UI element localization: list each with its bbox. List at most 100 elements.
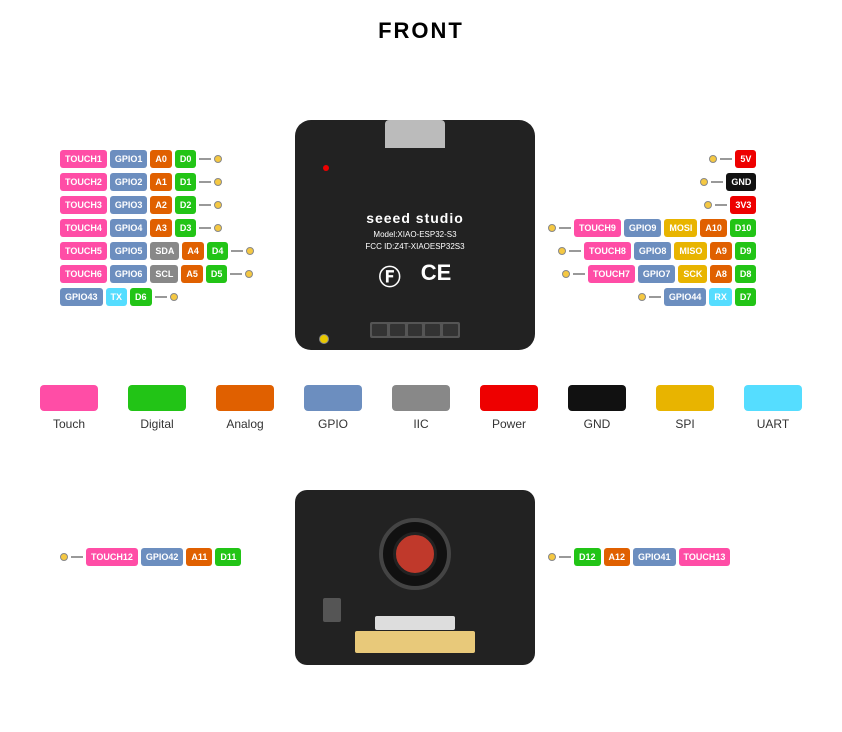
badge-touch6: TOUCH6 bbox=[60, 265, 107, 283]
badge-gpio6: GPIO6 bbox=[110, 265, 148, 283]
left-pins: TOUCH1GPIO1A0D0TOUCH2GPIO2A1D1TOUCH3GPIO… bbox=[60, 150, 254, 306]
badge-touch4: TOUCH4 bbox=[60, 219, 107, 237]
badge-5v: 5V bbox=[735, 150, 756, 168]
badge-gpio1: GPIO1 bbox=[110, 150, 148, 168]
badge-touch13: TOUCH13 bbox=[679, 548, 731, 566]
badge-gpio8: GPIO8 bbox=[634, 242, 672, 260]
badge-touch1: TOUCH1 bbox=[60, 150, 107, 168]
bottom-board bbox=[295, 490, 535, 665]
pin-line bbox=[199, 158, 211, 160]
right-pin-row-2: 3V3 bbox=[548, 196, 756, 214]
pin-line bbox=[230, 273, 242, 275]
pin-dot bbox=[548, 224, 556, 232]
bottom-right-pins: TOUCH13GPIO41A12D12 bbox=[548, 548, 730, 566]
badge-a1: A1 bbox=[150, 173, 172, 191]
badge-rx: RX bbox=[709, 288, 732, 306]
camera-lens-inner bbox=[393, 532, 437, 576]
legend-box-gnd bbox=[568, 385, 626, 411]
legend-box-analog bbox=[216, 385, 274, 411]
badge-gpio42: GPIO42 bbox=[141, 548, 184, 566]
legend-box-touch bbox=[40, 385, 98, 411]
right-pin-row-3: D10A10MOSIGPIO9TOUCH9 bbox=[548, 219, 756, 237]
pin-dot bbox=[246, 247, 254, 255]
badge-d4: D4 bbox=[207, 242, 229, 260]
badge-a5: A5 bbox=[181, 265, 203, 283]
legend-box-spi bbox=[656, 385, 714, 411]
pin-dot bbox=[638, 293, 646, 301]
badge-d2: D2 bbox=[175, 196, 197, 214]
legend-item-power: Power bbox=[480, 385, 538, 431]
badge-scl: SCL bbox=[150, 265, 178, 283]
badge-gpio2: GPIO2 bbox=[110, 173, 148, 191]
left-pin-row-6: GPIO43TXD6 bbox=[60, 288, 254, 306]
badge-gpio4: GPIO4 bbox=[110, 219, 148, 237]
legend-label-power: Power bbox=[492, 417, 526, 431]
legend-item-gnd: GND bbox=[568, 385, 626, 431]
pin-line bbox=[199, 204, 211, 206]
board-marks: Ⓕ CE bbox=[295, 260, 535, 292]
right-pin-row-1: GND bbox=[548, 173, 756, 191]
connector-strip bbox=[355, 631, 475, 653]
legend-box-gpio bbox=[304, 385, 362, 411]
page-title: FRONT bbox=[0, 0, 842, 44]
legend-label-iic: IIC bbox=[413, 417, 428, 431]
legend-label-analog: Analog bbox=[226, 417, 263, 431]
legend-item-digital: Digital bbox=[128, 385, 186, 431]
badge-d7: D7 bbox=[735, 288, 757, 306]
badge-miso: MISO bbox=[674, 242, 707, 260]
badge-gpio41: GPIO41 bbox=[633, 548, 676, 566]
pin-dot bbox=[214, 224, 222, 232]
badge-a4: A4 bbox=[182, 242, 204, 260]
pin-dot bbox=[214, 155, 222, 163]
legend-box-power bbox=[480, 385, 538, 411]
badge-a0: A0 bbox=[150, 150, 172, 168]
ce-mark: CE bbox=[421, 260, 452, 292]
badge-gnd: GND bbox=[726, 173, 756, 191]
badge-a12: A12 bbox=[604, 548, 631, 566]
legend-label-uart: UART bbox=[757, 417, 789, 431]
badge-a9: A9 bbox=[710, 242, 732, 260]
pin-dot bbox=[548, 553, 556, 561]
badge-gpio5: GPIO5 bbox=[110, 242, 148, 260]
board-fcc: FCC ID:Z4T-XIAOESP32S3 bbox=[295, 242, 535, 251]
badge-gpio43: GPIO43 bbox=[60, 288, 103, 306]
legend-item-uart: UART bbox=[744, 385, 802, 431]
legend-item-touch: Touch bbox=[40, 385, 98, 431]
legend-label-touch: Touch bbox=[53, 417, 85, 431]
badge-d3: D3 bbox=[175, 219, 197, 237]
legend-label-spi: SPI bbox=[675, 417, 694, 431]
legend-box-digital bbox=[128, 385, 186, 411]
badge-d0: D0 bbox=[175, 150, 197, 168]
badge-touch5: TOUCH5 bbox=[60, 242, 107, 260]
legend-box-iic bbox=[392, 385, 450, 411]
pin-line bbox=[231, 250, 243, 252]
legend-label-gpio: GPIO bbox=[318, 417, 348, 431]
right-pin-row-5: D8A8SCKGPIO7TOUCH7 bbox=[548, 265, 756, 283]
badge-gpio9: GPIO9 bbox=[624, 219, 662, 237]
badge-touch7: TOUCH7 bbox=[588, 265, 635, 283]
board-label: seeed studio bbox=[295, 210, 535, 226]
pin-dot bbox=[558, 247, 566, 255]
fc-mark: Ⓕ bbox=[379, 260, 401, 292]
badge-d8: D8 bbox=[735, 265, 757, 283]
badge-sda: SDA bbox=[150, 242, 179, 260]
board-component bbox=[323, 598, 341, 622]
right-pin-row-4: D9A9MISOGPIO8TOUCH8 bbox=[548, 242, 756, 260]
badge-gpio3: GPIO3 bbox=[110, 196, 148, 214]
badge-mosi: MOSI bbox=[664, 219, 697, 237]
pin-dot bbox=[709, 155, 717, 163]
left-pin-row-5: TOUCH6GPIO6SCLA5D5 bbox=[60, 265, 254, 283]
badge-touch2: TOUCH2 bbox=[60, 173, 107, 191]
pin-dot bbox=[562, 270, 570, 278]
main-board: seeed studio Model:XIAO-ESP32-S3 FCC ID:… bbox=[295, 120, 535, 350]
legend-item-iic: IIC bbox=[392, 385, 450, 431]
badge-d10: D10 bbox=[730, 219, 757, 237]
badge-tx: TX bbox=[106, 288, 128, 306]
badge-d9: D9 bbox=[735, 242, 757, 260]
pin-line bbox=[155, 296, 167, 298]
badge-gpio44: GPIO44 bbox=[664, 288, 707, 306]
pin-dot bbox=[700, 178, 708, 186]
left-pin-row-3: TOUCH4GPIO4A3D3 bbox=[60, 219, 254, 237]
badge-d1: D1 bbox=[175, 173, 197, 191]
badge-d11: D11 bbox=[215, 548, 241, 566]
